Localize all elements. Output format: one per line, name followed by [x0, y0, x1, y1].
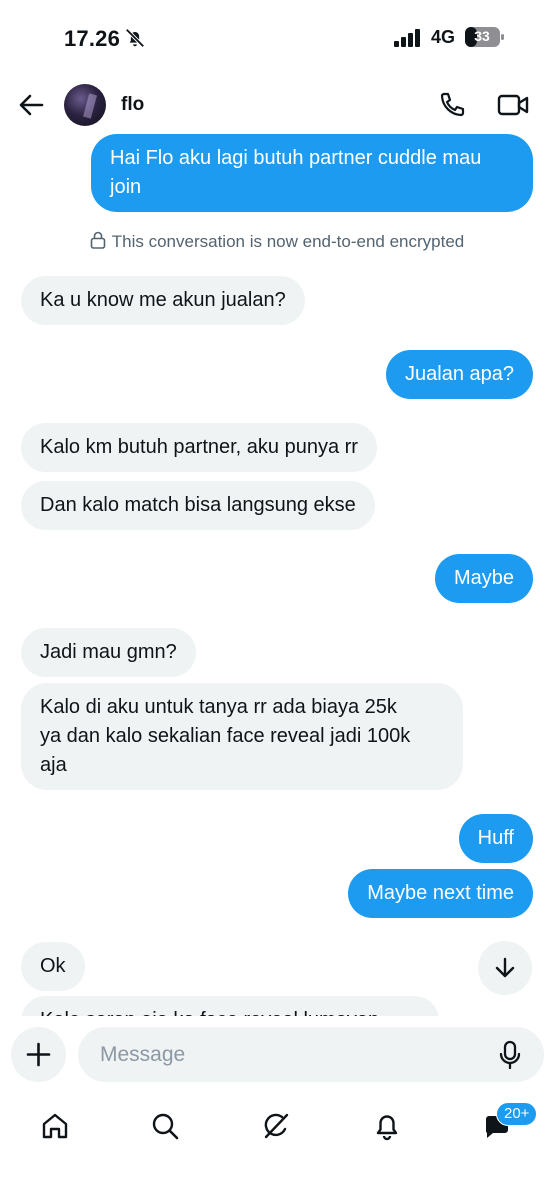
bottom-tab-bar: 20+: [0, 1096, 554, 1200]
incoming-message[interactable]: Kalo di aku untuk tanya rr ada biaya 25k…: [21, 683, 463, 790]
encryption-notice: This conversation is now end-to-end encr…: [0, 231, 554, 252]
bell-off-icon: [125, 28, 145, 48]
arrow-down-icon: [495, 957, 515, 978]
bell-icon: [376, 1115, 398, 1141]
tab-home[interactable]: [35, 1106, 75, 1146]
avatar[interactable]: [64, 84, 106, 126]
outgoing-message[interactable]: Maybe next time: [348, 869, 533, 918]
scroll-to-bottom-button[interactable]: [478, 941, 532, 995]
grok-icon: [264, 1113, 289, 1139]
message-composer: [0, 1016, 554, 1096]
conversation-header: flo: [0, 78, 554, 134]
message-input[interactable]: [78, 1027, 544, 1082]
search-icon: [152, 1113, 179, 1140]
status-time: 17.26: [64, 26, 121, 51]
tab-notifications[interactable]: [367, 1106, 407, 1146]
signal-icon: [394, 29, 420, 47]
home-icon: [42, 1113, 68, 1139]
tab-grok[interactable]: [256, 1106, 296, 1146]
outgoing-message[interactable]: Maybe: [434, 554, 533, 603]
plus-icon: [26, 1042, 51, 1067]
tab-search[interactable]: [145, 1106, 185, 1146]
incoming-message[interactable]: Kalo km butuh partner, aku punya rr: [21, 423, 377, 472]
incoming-message[interactable]: Kalo saran aja ka face reveal lumayan: [21, 996, 439, 1016]
battery-level: 33: [474, 28, 490, 44]
phone-icon[interactable]: [438, 91, 466, 119]
messages-badge: 20+: [496, 1102, 538, 1126]
back-arrow-icon[interactable]: [18, 92, 44, 118]
incoming-message[interactable]: Dan kalo match bisa langsung ekse: [21, 481, 375, 530]
add-attachment-button[interactable]: [11, 1027, 66, 1082]
microphone-icon[interactable]: [497, 1040, 523, 1070]
outgoing-message[interactable]: Hai Flo aku lagi butuh partner cuddle ma…: [91, 134, 533, 212]
status-bar: 17.26 4G 33: [0, 0, 554, 78]
encryption-notice-text: This conversation is now end-to-end encr…: [111, 232, 465, 251]
lock-icon: [90, 231, 106, 249]
message-list[interactable]: Hai Flo aku lagi butuh partner cuddle ma…: [0, 134, 554, 1016]
outgoing-message[interactable]: Jualan apa?: [386, 350, 533, 399]
outgoing-message[interactable]: Huff: [458, 814, 533, 863]
incoming-message[interactable]: Ok: [21, 942, 85, 991]
incoming-message[interactable]: Ka u know me akun jualan?: [21, 276, 305, 325]
network-type: 4G: [431, 27, 456, 47]
contact-name[interactable]: flo: [121, 94, 144, 116]
incoming-message[interactable]: Jadi mau gmn?: [21, 628, 196, 677]
video-camera-icon[interactable]: [497, 91, 529, 119]
